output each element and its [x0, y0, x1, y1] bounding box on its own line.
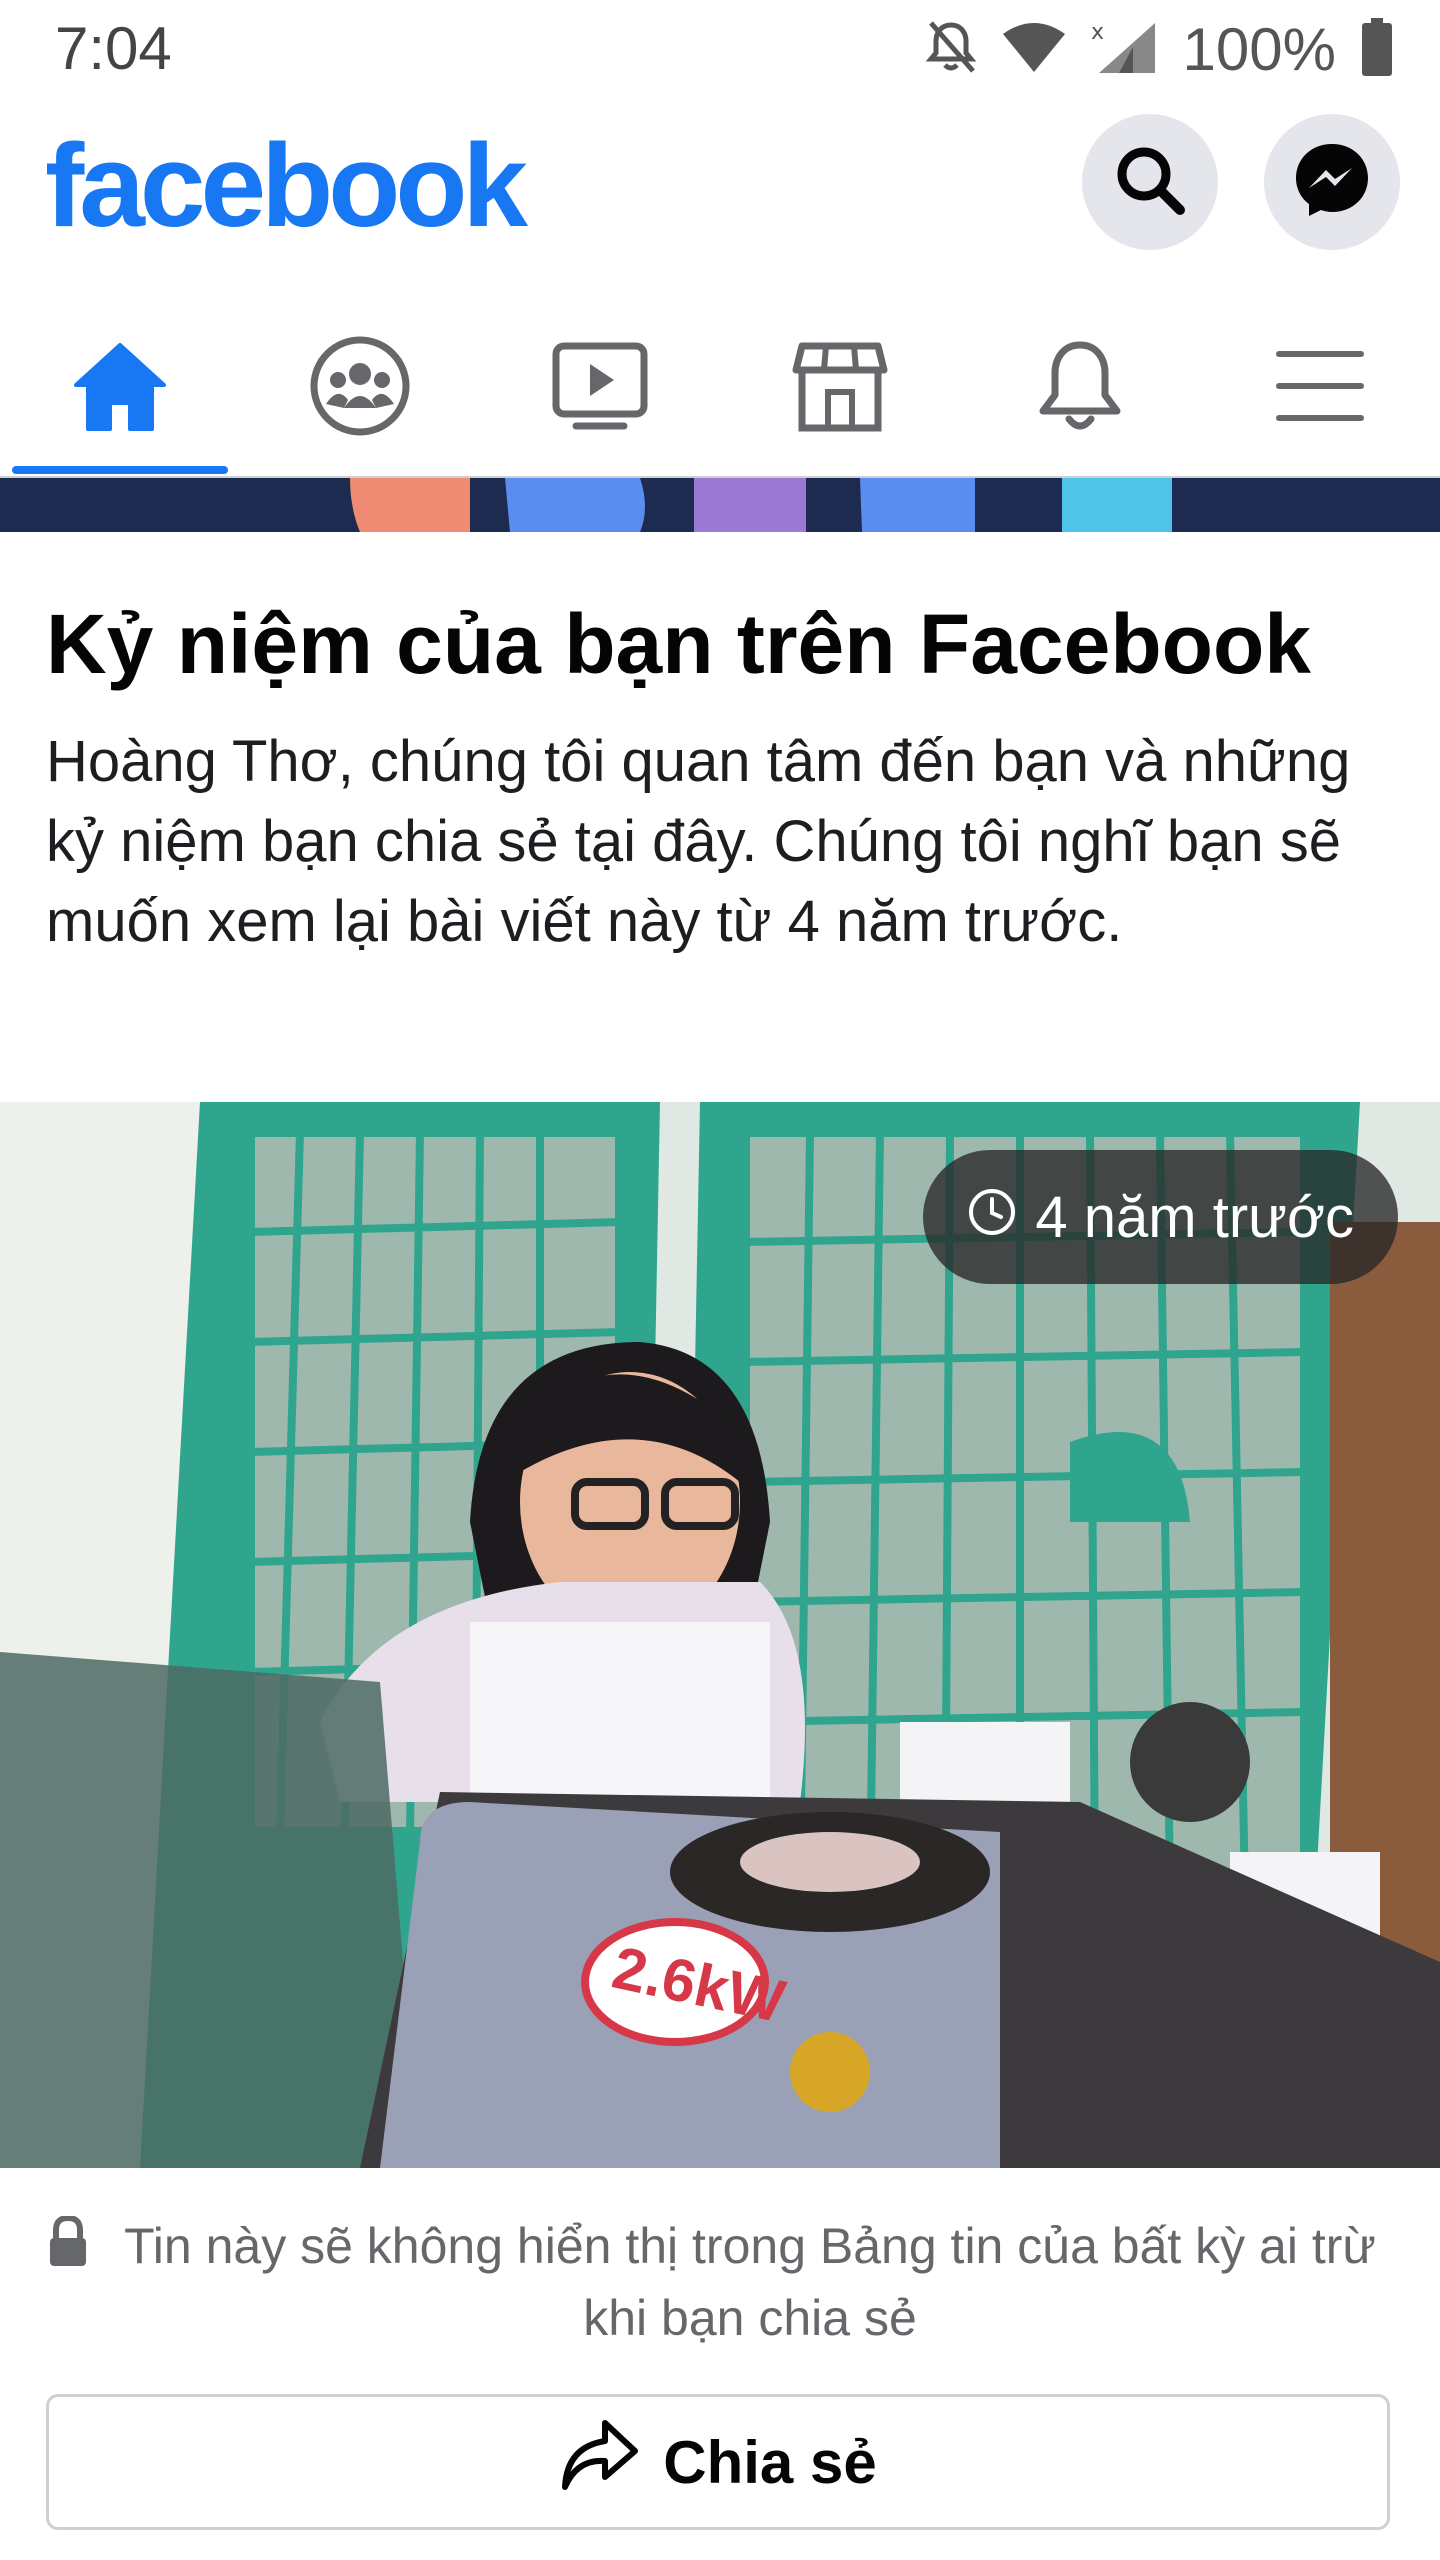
time-badge: 4 năm trước [923, 1150, 1398, 1284]
memory-photo[interactable]: 2.6kW 4 năm trước [0, 1102, 1440, 2168]
memory-description: Hoàng Thơ, chúng tôi quan tâm đến bạn và… [46, 729, 1351, 954]
status-icons: x 100% [925, 14, 1392, 84]
watch-icon [552, 342, 648, 435]
menu-icon [1275, 348, 1365, 429]
privacy-note: Tin này sẽ không hiển thị trong Bảng tin… [124, 2218, 1376, 2346]
tab-menu[interactable] [1200, 300, 1440, 476]
search-button[interactable] [1082, 114, 1218, 250]
memory-title: Kỷ niệm của bạn trên Facebook [46, 597, 1312, 691]
messenger-button[interactable] [1264, 114, 1400, 250]
main-tab-bar [0, 300, 1440, 478]
tab-watch[interactable] [480, 300, 720, 476]
messenger-icon [1292, 140, 1372, 225]
active-tab-indicator [12, 466, 228, 474]
status-time: 7:04 [55, 15, 172, 82]
tab-notifications[interactable] [960, 300, 1200, 476]
share-button-label: Chia sẻ [663, 2428, 877, 2496]
signal-icon: x [1091, 19, 1157, 80]
search-icon [1112, 142, 1188, 223]
share-arrow-icon [559, 2419, 639, 2505]
wifi-icon [1002, 22, 1065, 77]
svg-text:x: x [1091, 20, 1104, 45]
tab-marketplace[interactable] [720, 300, 960, 476]
bell-off-icon [925, 19, 977, 80]
clock-icon [967, 1184, 1017, 1251]
battery-icon [1362, 17, 1392, 81]
share-button[interactable]: Chia sẻ [46, 2394, 1390, 2530]
home-icon [72, 341, 168, 436]
groups-icon [308, 334, 412, 443]
tab-groups[interactable] [240, 300, 480, 476]
notifications-icon [1037, 339, 1123, 438]
lock-icon [48, 2214, 88, 2273]
time-badge-label: 4 năm trước [1035, 1184, 1354, 1250]
marketplace-icon [792, 340, 888, 437]
memory-banner-illustration [0, 478, 1440, 532]
tab-home[interactable] [0, 300, 240, 476]
battery-percentage: 100% [1182, 15, 1336, 83]
facebook-logo[interactable]: facebook [45, 118, 528, 254]
